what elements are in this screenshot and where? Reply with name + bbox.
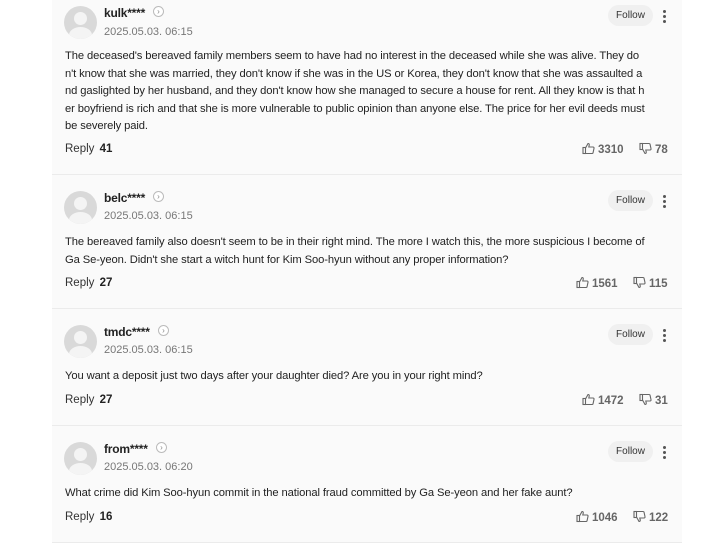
like-button[interactable]: 3310 <box>582 142 624 156</box>
thumbs-up-icon <box>576 276 589 289</box>
thumbs-up-icon <box>582 393 595 406</box>
like-button[interactable]: 1472 <box>582 393 624 407</box>
like-button[interactable]: 1046 <box>576 510 618 524</box>
like-button[interactable]: 1561 <box>576 276 618 290</box>
reply-button[interactable]: Reply 41 <box>65 143 112 155</box>
dislike-button[interactable]: 78 <box>639 142 668 156</box>
comment-item: belc**** › 2025.05.03. 06:15 Follow The … <box>52 175 682 309</box>
username[interactable]: belc**** <box>104 191 145 205</box>
chevron-right-icon[interactable]: › <box>158 325 169 336</box>
more-options-icon[interactable] <box>660 8 668 24</box>
comment-text: The deceased's bereaved family members s… <box>65 50 645 132</box>
thumbs-down-icon <box>633 276 646 289</box>
follow-button[interactable]: Follow <box>608 5 653 26</box>
comment-text: You want a deposit just two days after y… <box>65 370 483 382</box>
thumbs-down-icon <box>639 142 652 155</box>
reply-button[interactable]: Reply 27 <box>65 394 112 406</box>
more-options-icon[interactable] <box>660 444 668 460</box>
comment-item: from**** › 2025.05.03. 06:20 Follow What… <box>52 426 682 543</box>
username[interactable]: tmdc**** <box>104 325 150 339</box>
thumbs-down-icon <box>639 393 652 406</box>
chevron-right-icon[interactable]: › <box>153 6 164 17</box>
dislike-button[interactable]: 31 <box>639 393 668 407</box>
avatar[interactable] <box>64 442 97 475</box>
avatar[interactable] <box>64 325 97 358</box>
reply-button[interactable]: Reply 27 <box>65 277 112 289</box>
reply-count: 16 <box>99 511 113 523</box>
comment-item: kulk**** › 2025.05.03. 06:15 Follow The … <box>52 0 682 175</box>
avatar[interactable] <box>64 191 97 224</box>
username[interactable]: kulk**** <box>104 6 145 20</box>
thumbs-up-icon <box>582 142 595 155</box>
reply-count: 41 <box>99 143 113 155</box>
dislike-button[interactable]: 122 <box>633 510 668 524</box>
chevron-right-icon[interactable]: › <box>156 442 167 453</box>
more-options-icon[interactable] <box>660 193 668 209</box>
username[interactable]: from**** <box>104 442 148 456</box>
follow-button[interactable]: Follow <box>608 324 653 345</box>
reply-count: 27 <box>99 277 113 289</box>
dislike-button[interactable]: 115 <box>633 276 668 290</box>
chevron-right-icon[interactable]: › <box>153 191 164 202</box>
comment-text: What crime did Kim Soo-hyun commit in th… <box>65 487 573 499</box>
comment-text: The bereaved family also doesn't seem to… <box>65 236 645 266</box>
comment-date: 2025.05.03. 06:20 <box>104 461 193 473</box>
thumbs-down-icon <box>633 510 646 523</box>
comment-date: 2025.05.03. 06:15 <box>104 210 193 222</box>
more-options-icon[interactable] <box>660 327 668 343</box>
comment-item: tmdc**** › 2025.05.03. 06:15 Follow You … <box>52 309 682 426</box>
follow-button[interactable]: Follow <box>608 190 653 211</box>
avatar[interactable] <box>64 6 97 39</box>
thumbs-up-icon <box>576 510 589 523</box>
comment-date: 2025.05.03. 06:15 <box>104 26 193 38</box>
reply-button[interactable]: Reply 16 <box>65 511 112 523</box>
follow-button[interactable]: Follow <box>608 441 653 462</box>
comment-date: 2025.05.03. 06:15 <box>104 344 193 356</box>
reply-count: 27 <box>99 394 113 406</box>
